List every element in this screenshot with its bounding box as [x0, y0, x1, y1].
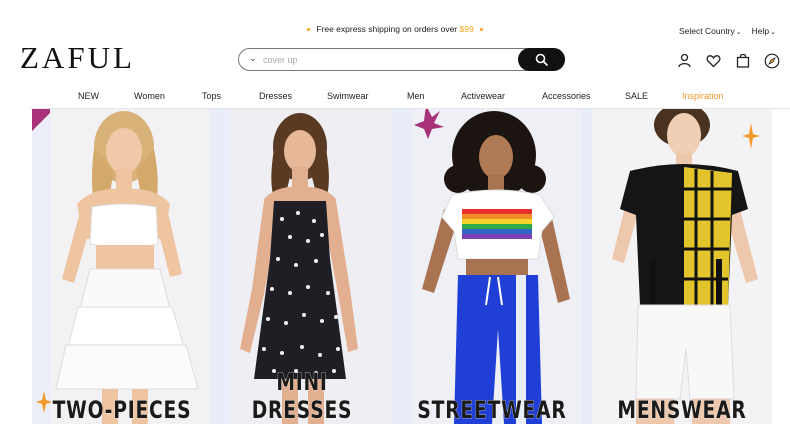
search-button[interactable]	[518, 48, 565, 71]
search-input[interactable]	[263, 52, 513, 67]
sparkle-icon	[36, 391, 52, 413]
site-logo[interactable]: ZAFUL	[20, 40, 135, 76]
caption-menswear: MENSWEAR	[617, 396, 747, 424]
menswear-model-image	[592, 109, 772, 424]
nav-item-accessories[interactable]: Accessories	[542, 91, 591, 101]
chevron-down-icon: ⌄	[770, 29, 776, 36]
streetwear-model-image	[412, 109, 582, 424]
caption-streetwear: STREETWEAR	[417, 396, 567, 424]
promo-text: Free express shipping on orders over	[316, 24, 460, 34]
wishlist-button[interactable]	[705, 52, 722, 69]
category-panel-streetwear[interactable]: STREETWEAR	[392, 109, 592, 424]
help-link[interactable]: Help⌄	[752, 26, 776, 36]
account-button[interactable]	[676, 52, 693, 69]
nav-item-dresses[interactable]: Dresses	[259, 91, 292, 101]
nav-item-swimwear[interactable]: Swimwear	[327, 91, 369, 101]
search-icon	[535, 53, 548, 66]
nav-item-tops[interactable]: Tops	[202, 91, 221, 101]
inspiration-button[interactable]	[763, 52, 780, 69]
hero-banner: TWO-PIECES MINI DRESSES STREETWEAR MENSW…	[32, 109, 772, 424]
main-nav: NEW Women Tops Dresses Swimwear Men Acti…	[0, 86, 790, 106]
category-panel-mini-dresses[interactable]: MINI DRESSES	[212, 109, 392, 424]
sparkle-icon	[742, 123, 760, 149]
header-icons	[676, 52, 780, 69]
cart-button[interactable]	[734, 52, 751, 69]
help-label: Help	[751, 26, 770, 36]
promo-bar: Free express shipping on orders over $99	[0, 24, 790, 38]
nav-item-sale[interactable]: SALE	[625, 91, 648, 101]
nav-item-new[interactable]: NEW	[78, 91, 99, 101]
compass-icon	[764, 53, 779, 68]
select-country-label: Select Country	[679, 26, 735, 36]
heart-icon	[706, 54, 721, 67]
select-country-link[interactable]: Select Country⌄	[679, 26, 742, 36]
promo-dot-right	[479, 28, 483, 32]
bag-icon	[736, 53, 749, 68]
caption-mini-dresses: MINI DRESSES	[251, 368, 353, 424]
promo-price: $99	[459, 24, 474, 34]
nav-item-inspiration[interactable]: Inspiration	[682, 91, 724, 101]
chevron-down-icon[interactable]: ⌄	[249, 53, 257, 64]
chevron-down-icon: ⌄	[735, 29, 742, 36]
nav-item-activewear[interactable]: Activewear	[461, 91, 505, 101]
category-panel-two-pieces[interactable]: TWO-PIECES	[32, 109, 212, 424]
search-bar: ⌄	[238, 48, 565, 71]
caption-two-pieces: TWO-PIECES	[52, 396, 192, 424]
user-icon	[678, 53, 691, 68]
category-panel-menswear[interactable]: MENSWEAR	[592, 109, 772, 424]
promo-dot-left	[307, 28, 311, 32]
two-pieces-model-image	[32, 109, 210, 424]
utility-links: Select Country⌄ Help⌄	[679, 26, 776, 36]
nav-item-men[interactable]: Men	[407, 91, 425, 101]
nav-item-women[interactable]: Women	[134, 91, 165, 101]
